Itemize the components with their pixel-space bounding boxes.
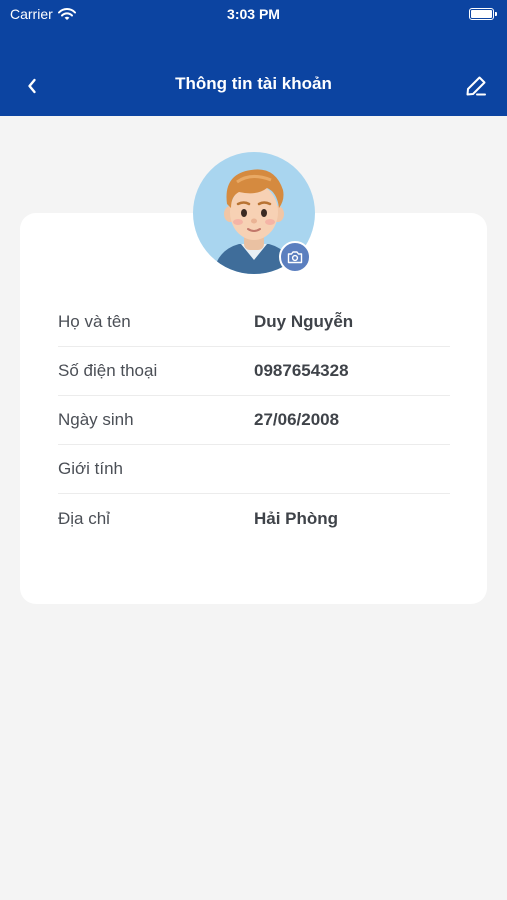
change-avatar-button[interactable] [279,241,311,273]
battery-icon [469,8,497,20]
phone-value: 0987654328 [254,361,349,380]
address-value: Hải Phòng [254,508,339,528]
page-title: Thông tin tài khoản [175,74,332,93]
info-row-birthday: Ngày sinh 27/06/2008 [58,396,450,445]
chevron-left-icon [28,78,36,94]
info-row-address: Địa chỉ Hải Phòng [58,494,450,543]
birthday-value: 27/06/2008 [254,410,340,429]
app-header: Carrier 3:03 PM Thông tin tài khoản [0,0,507,116]
avatar-container [193,152,315,274]
info-row-full-name: Họ và tên Duy Nguyễn [58,298,450,347]
status-bar: Carrier 3:03 PM [0,0,507,30]
address-label: Địa chỉ [58,508,110,528]
pencil-icon [466,76,486,96]
birthday-label: Ngày sinh [58,410,134,429]
gender-label: Giới tính [58,459,124,478]
phone-label: Số điện thoại [58,361,158,380]
camera-icon [287,251,303,264]
back-button[interactable] [18,72,46,100]
edit-profile-button[interactable] [461,71,491,101]
full-name-label: Họ và tên [58,312,131,331]
profile-info-list: Họ và tên Duy Nguyễn Số điện thoại 09876… [58,298,450,543]
info-row-phone: Số điện thoại 0987654328 [58,347,450,396]
full-name-value: Duy Nguyễn [254,312,354,331]
info-row-gender: Giới tính [58,445,450,494]
status-time: 3:03 PM [227,6,280,22]
